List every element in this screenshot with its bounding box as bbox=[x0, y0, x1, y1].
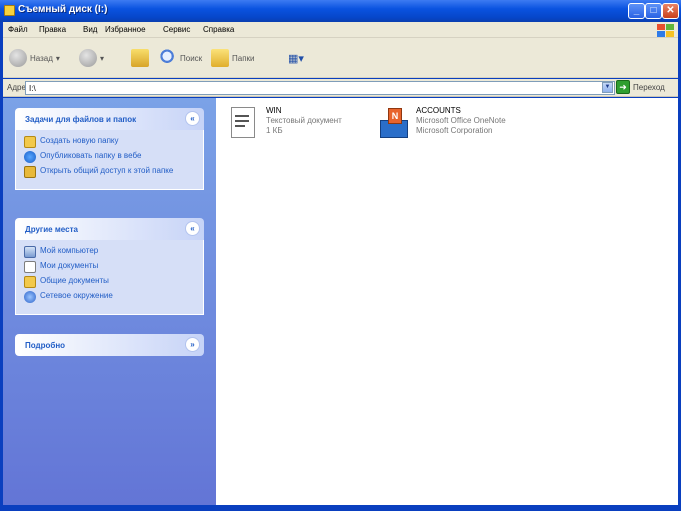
text-document-icon bbox=[228, 106, 260, 140]
other-places-panel: Другие места « Мой компьютер Мои докумен… bbox=[15, 218, 204, 315]
file-tasks-header[interactable]: Задачи для файлов и папок « bbox=[15, 108, 204, 130]
details-title: Подробно bbox=[25, 341, 66, 350]
file-tasks-panel: Задачи для файлов и папок « Создать нову… bbox=[15, 108, 204, 190]
place-label: Мой компьютер bbox=[40, 246, 99, 255]
details-panel: Подробно » bbox=[15, 334, 204, 356]
search-button[interactable]: Поиск bbox=[159, 46, 202, 70]
task-label: Открыть общий доступ к этой папке bbox=[40, 166, 174, 175]
folders-label: Папки bbox=[232, 53, 255, 63]
search-label: Поиск bbox=[180, 53, 203, 63]
toolbar: Назад ▾ ▾ Поиск Папки ▦▾ bbox=[3, 38, 678, 78]
title-bar[interactable]: Съемный диск (I:) _ □ ✕ bbox=[0, 0, 681, 22]
place-label: Мои документы bbox=[40, 261, 99, 270]
collapse-chevron-icon[interactable]: « bbox=[185, 111, 200, 126]
file-list: WIN Текстовый документ 1 КБ N ACCOUNTS M… bbox=[216, 98, 678, 505]
file-text: WIN Текстовый документ 1 КБ bbox=[266, 106, 342, 136]
go-button[interactable]: ➜ Переход bbox=[616, 80, 665, 94]
file-item[interactable]: N ACCOUNTS Microsoft Office OneNote Micr… bbox=[378, 106, 506, 140]
my-computer-icon bbox=[24, 246, 36, 258]
new-folder-icon bbox=[24, 136, 36, 148]
onenote-icon: N bbox=[378, 106, 410, 140]
place-my-computer[interactable]: Мой компьютер bbox=[24, 246, 197, 258]
windows-logo-icon bbox=[655, 23, 675, 37]
publish-web-icon bbox=[24, 151, 36, 163]
explorer-window: Съемный диск (I:) _ □ ✕ Файл Правка Вид … bbox=[0, 0, 681, 511]
collapse-chevron-icon[interactable]: « bbox=[185, 221, 200, 236]
place-shared-documents[interactable]: Общие документы bbox=[24, 276, 197, 288]
forward-button[interactable]: ▾ bbox=[79, 46, 104, 70]
file-type: Microsoft Office OneNote bbox=[416, 116, 506, 125]
menu-tools[interactable]: Сервис bbox=[163, 25, 190, 34]
menu-edit[interactable]: Правка bbox=[39, 25, 66, 34]
views-button[interactable]: ▦▾ bbox=[285, 46, 304, 70]
go-arrow-icon: ➜ bbox=[616, 80, 630, 94]
other-places-header[interactable]: Другие места « bbox=[15, 218, 204, 240]
menu-help[interactable]: Справка bbox=[203, 25, 234, 34]
task-publish-web[interactable]: Опубликовать папку в вебе bbox=[24, 151, 197, 163]
drive-icon bbox=[4, 5, 15, 16]
other-places-body: Мой компьютер Мои документы Общие докуме… bbox=[15, 240, 204, 315]
file-name: WIN bbox=[266, 106, 282, 115]
file-text: ACCOUNTS Microsoft Office OneNote Micros… bbox=[416, 106, 506, 136]
back-button[interactable]: Назад ▾ bbox=[9, 46, 60, 70]
task-label: Создать новую папку bbox=[40, 136, 119, 145]
up-folder-icon bbox=[131, 49, 149, 67]
place-label: Сетевое окружение bbox=[40, 291, 113, 300]
task-new-folder[interactable]: Создать новую папку bbox=[24, 136, 197, 148]
my-documents-icon bbox=[24, 261, 36, 273]
folders-icon bbox=[211, 49, 229, 67]
back-arrow-icon bbox=[9, 49, 27, 67]
address-input[interactable]: I:\ bbox=[25, 81, 615, 95]
place-network[interactable]: Сетевое окружение bbox=[24, 291, 197, 303]
window-title: Съемный диск (I:) bbox=[18, 4, 108, 15]
shared-documents-icon bbox=[24, 276, 36, 288]
file-type: Текстовый документ bbox=[266, 116, 342, 125]
go-label: Переход bbox=[633, 82, 665, 92]
window-bottom-border bbox=[0, 505, 681, 511]
views-icon: ▦▾ bbox=[288, 52, 304, 65]
back-label: Назад bbox=[30, 53, 53, 63]
forward-dropdown-icon[interactable]: ▾ bbox=[100, 54, 104, 63]
file-tasks-body: Создать новую папку Опубликовать папку в… bbox=[15, 130, 204, 190]
network-places-icon bbox=[24, 291, 36, 303]
menu-bar: Файл Правка Вид Избранное Сервис Справка bbox=[3, 22, 678, 38]
folders-button[interactable]: Папки bbox=[211, 46, 255, 70]
place-my-documents[interactable]: Мои документы bbox=[24, 261, 197, 273]
back-dropdown-icon[interactable]: ▾ bbox=[56, 54, 60, 63]
task-pane: Задачи для файлов и папок « Создать нову… bbox=[3, 98, 216, 505]
close-button[interactable]: ✕ bbox=[662, 3, 679, 19]
details-header[interactable]: Подробно » bbox=[15, 334, 204, 356]
up-folder-button[interactable] bbox=[131, 46, 149, 70]
menu-favorites[interactable]: Избранное bbox=[105, 25, 146, 34]
address-dropdown-icon[interactable]: ▼ bbox=[602, 82, 613, 93]
minimize-button[interactable]: _ bbox=[628, 3, 645, 19]
place-label: Общие документы bbox=[40, 276, 109, 285]
share-folder-icon bbox=[24, 166, 36, 178]
forward-arrow-icon bbox=[79, 49, 97, 67]
search-icon bbox=[159, 49, 177, 67]
other-places-title: Другие места bbox=[25, 225, 78, 234]
file-tasks-title: Задачи для файлов и папок bbox=[25, 115, 137, 124]
menu-file[interactable]: Файл bbox=[8, 25, 28, 34]
task-label: Опубликовать папку в вебе bbox=[40, 151, 142, 160]
task-share-folder[interactable]: Открыть общий доступ к этой папке bbox=[24, 166, 197, 178]
file-name: ACCOUNTS bbox=[416, 106, 461, 115]
file-company: Microsoft Corporation bbox=[416, 126, 493, 135]
address-bar: Адрес I:\ ▼ ➜ Переход bbox=[3, 79, 678, 97]
file-item[interactable]: WIN Текстовый документ 1 КБ bbox=[228, 106, 342, 140]
file-size: 1 КБ bbox=[266, 126, 283, 135]
menu-view[interactable]: Вид bbox=[83, 25, 97, 34]
expand-chevron-icon[interactable]: » bbox=[185, 337, 200, 352]
maximize-button[interactable]: □ bbox=[645, 3, 662, 19]
